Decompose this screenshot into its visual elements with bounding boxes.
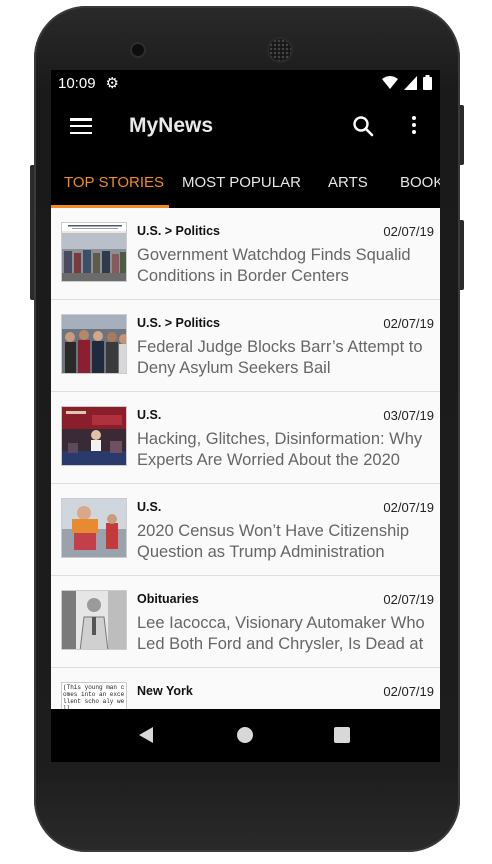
battery-icon xyxy=(423,75,432,90)
article-date: 03/07/19 xyxy=(383,408,434,423)
overflow-menu-icon[interactable] xyxy=(405,116,423,138)
article-item[interactable]: U.S. > Politics 02/07/19 Federal Judge B… xyxy=(51,300,440,392)
article-section: U.S. xyxy=(137,500,162,514)
wifi-icon xyxy=(382,75,398,89)
article-section: U.S. xyxy=(137,408,162,422)
earpiece-speaker xyxy=(269,39,291,61)
recent-apps-icon[interactable] xyxy=(334,727,350,743)
status-time: 10:09 xyxy=(58,74,96,92)
article-date: 02/07/19 xyxy=(383,592,434,607)
status-bar: 10:09 ⚙ xyxy=(51,70,440,96)
search-icon[interactable] xyxy=(351,114,375,138)
app-screen: 10:09 ⚙ MyNews TOP STORIES MOST POPULAR … xyxy=(51,70,440,762)
hamburger-menu-icon[interactable] xyxy=(70,118,92,135)
tab-arts[interactable]: ARTS xyxy=(328,174,368,191)
tab-top-stories[interactable]: TOP STORIES xyxy=(64,174,164,191)
proximity-sensor xyxy=(380,42,386,48)
article-item[interactable]: U.S. > Politics 02/07/19 Government Watc… xyxy=(51,208,440,300)
app-toolbar: MyNews xyxy=(51,96,440,156)
home-icon[interactable] xyxy=(237,727,253,743)
article-thumbnail xyxy=(61,314,127,374)
article-date: 02/07/19 xyxy=(383,500,434,515)
article-headline: Hacking, Glitches, Disinformation: Why E… xyxy=(137,430,423,469)
article-headline: Lee Iacocca, Visionary Automaker Who Led… xyxy=(137,614,425,653)
app-title: MyNews xyxy=(129,114,214,137)
article-headline: Federal Judge Blocks Barr’s Attempt to D… xyxy=(137,338,423,377)
system-nav-bar xyxy=(51,709,440,762)
settings-gear-icon: ⚙ xyxy=(105,75,119,92)
tab-books[interactable]: BOOK xyxy=(400,174,440,191)
article-date: 02/07/19 xyxy=(383,224,434,239)
light-sensor xyxy=(392,42,398,48)
article-headline: 2020 Census Won’t Have Citizenship Quest… xyxy=(137,522,410,561)
article-section: U.S. > Politics xyxy=(137,224,221,238)
article-section: New York xyxy=(137,684,193,698)
tab-most-popular[interactable]: MOST POPULAR xyxy=(182,174,301,191)
cellular-signal-icon xyxy=(404,75,417,90)
article-date: 02/07/19 xyxy=(383,684,434,699)
article-item[interactable]: Obituaries 02/07/19 Lee Iacocca, Visiona… xyxy=(51,576,440,668)
section-tabs: TOP STORIES MOST POPULAR ARTS BOOK xyxy=(51,156,440,208)
article-item[interactable]: U.S. 03/07/19 Hacking, Glitches, Disinfo… xyxy=(51,392,440,484)
article-section: Obituaries xyxy=(137,592,199,606)
article-thumbnail xyxy=(61,222,127,282)
article-date: 02/07/19 xyxy=(383,316,434,331)
back-icon[interactable] xyxy=(139,727,153,743)
article-section: U.S. > Politics xyxy=(137,316,221,330)
article-headline: Government Watchdog Finds Squalid Condit… xyxy=(137,246,411,285)
front-camera xyxy=(132,44,144,56)
article-thumbnail xyxy=(61,498,127,558)
article-thumbnail xyxy=(61,406,127,466)
article-item[interactable]: U.S. 02/07/19 2020 Census Won’t Have Cit… xyxy=(51,484,440,576)
article-thumbnail xyxy=(61,590,127,650)
